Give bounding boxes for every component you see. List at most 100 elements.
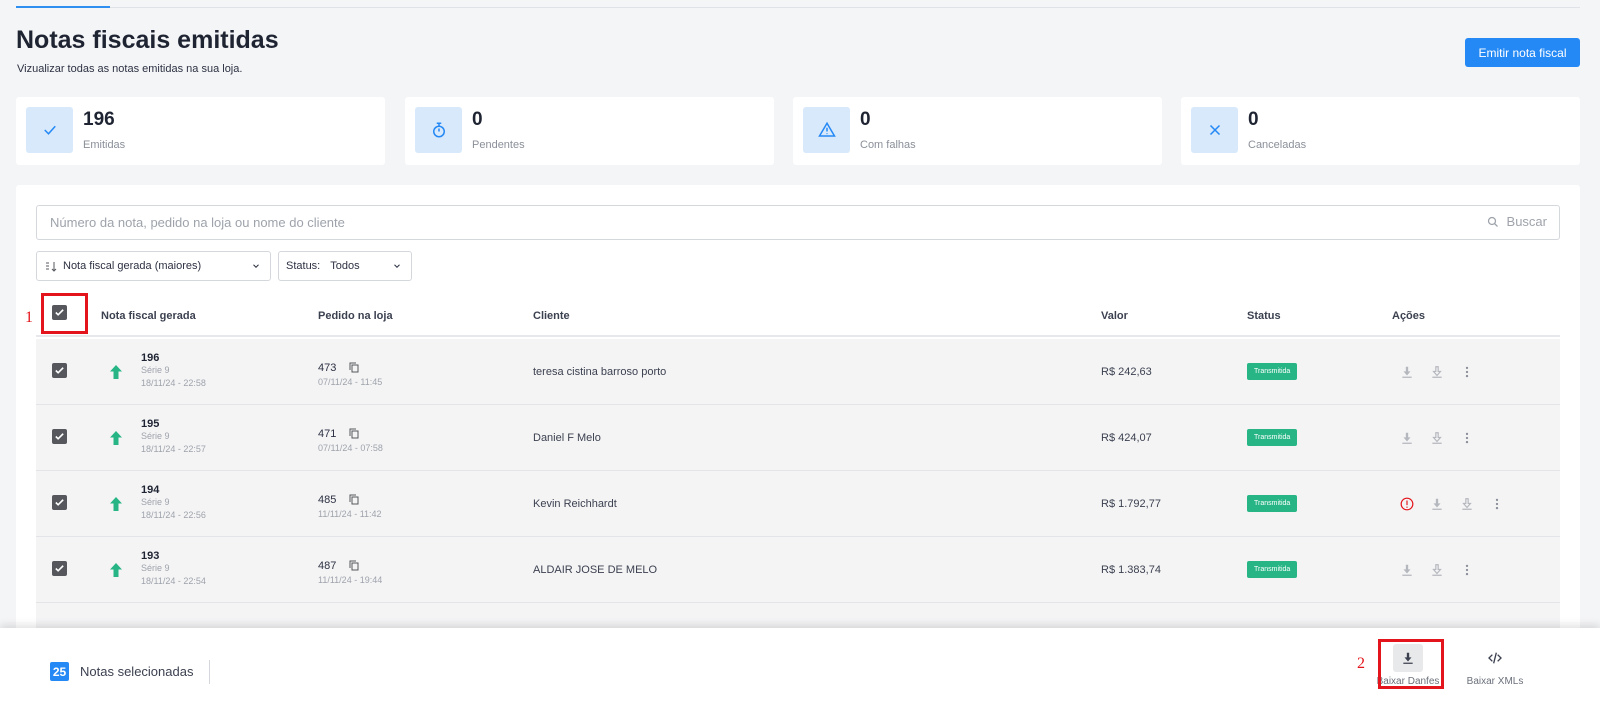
invoices-panel: Buscar Nota fiscal gerada (maiores) Stat… (16, 185, 1580, 645)
download-xmls-label: Baixar XMLs (1466, 676, 1524, 687)
checkmark-icon (55, 565, 64, 572)
download-outline-icon[interactable] (1430, 430, 1444, 446)
download-outline-icon[interactable] (1430, 562, 1444, 578)
order-date: 07/11/24 - 07:58 (318, 443, 383, 453)
code-icon (1480, 644, 1510, 672)
column-header-note[interactable]: Nota fiscal gerada (101, 310, 196, 322)
stat-card-emitted[interactable]: 196 Emitidas (16, 97, 385, 165)
table-row[interactable]: 196 Série 9 18/11/24 - 22:58 473 07/11/2… (36, 339, 1560, 405)
checkmark-icon (55, 367, 64, 374)
table-row[interactable]: 193 Série 9 18/11/24 - 22:54 487 11/11/2… (36, 537, 1560, 603)
note-series: Série 9 (141, 365, 170, 375)
sort-dropdown[interactable]: Nota fiscal gerada (maiores) (36, 251, 271, 281)
order-number: 473 (318, 362, 337, 374)
invoice-value: R$ 1.792,77 (1101, 498, 1161, 510)
note-series: Série 9 (141, 431, 170, 441)
row-checkbox[interactable] (52, 561, 67, 576)
download-xmls-button[interactable]: Baixar XMLs (1460, 638, 1530, 692)
error-icon[interactable] (1400, 496, 1414, 512)
status-badge: Transmitida (1247, 429, 1298, 446)
stat-card-canceled[interactable]: 0 Canceladas (1181, 97, 1580, 165)
x-icon (1191, 107, 1238, 153)
note-number: 193 (141, 550, 160, 562)
status-badge: Transmitida (1247, 495, 1298, 512)
order-number: 487 (318, 560, 337, 572)
download-icon[interactable] (1400, 430, 1414, 446)
page-subtitle: Vizualizar todas as notas emitidas na su… (17, 63, 243, 75)
chevron-down-icon (394, 264, 400, 268)
table-row[interactable]: 194 Série 9 18/11/24 - 22:56 485 11/11/2… (36, 471, 1560, 537)
download-outline-icon[interactable] (1460, 496, 1474, 512)
chevron-down-icon (253, 264, 259, 268)
column-header-actions: Ações (1392, 310, 1426, 322)
status-badge: Transmitida (1247, 363, 1298, 380)
table-row[interactable]: 195 Série 9 18/11/24 - 22:57 471 07/11/2… (36, 405, 1560, 471)
checkmark-icon (55, 499, 64, 506)
search-button[interactable]: Buscar (1487, 214, 1547, 229)
download-outline-icon[interactable] (1430, 364, 1444, 380)
order-number: 471 (318, 428, 337, 440)
stopwatch-icon (415, 107, 462, 153)
row-checkbox[interactable] (52, 363, 67, 378)
stat-value: 0 (860, 109, 871, 130)
status-badge: Transmitida (1247, 561, 1298, 578)
note-number: 196 (141, 352, 160, 364)
client-name: Kevin Reichhardt (533, 498, 617, 510)
order-date: 11/11/24 - 19:44 (318, 575, 383, 585)
search-icon (1487, 216, 1498, 227)
status-filter-value: Todos (330, 260, 360, 272)
selected-label: Notas selecionadas (80, 664, 194, 679)
search-input[interactable] (37, 206, 1417, 239)
stat-card-pending[interactable]: 0 Pendentes (405, 97, 774, 165)
divider (209, 660, 210, 684)
order-date: 07/11/24 - 11:45 (318, 377, 383, 387)
download-icon[interactable] (1400, 562, 1414, 578)
copy-icon[interactable] (349, 494, 359, 505)
arrow-up-icon (110, 431, 122, 445)
more-vertical-icon[interactable] (1460, 430, 1474, 446)
stat-card-failed[interactable]: 0 Com falhas (793, 97, 1162, 165)
arrow-up-icon (110, 497, 122, 511)
sort-label: Nota fiscal gerada (maiores) (63, 260, 202, 272)
download-icon[interactable] (1400, 364, 1414, 380)
stat-label: Com falhas (860, 139, 916, 151)
more-vertical-icon[interactable] (1460, 562, 1474, 578)
client-name: Daniel F Melo (533, 432, 601, 444)
download-icon[interactable] (1430, 496, 1444, 512)
note-number: 195 (141, 418, 160, 430)
row-checkbox[interactable] (52, 429, 67, 444)
warning-icon (803, 107, 850, 153)
emit-invoice-button[interactable]: Emitir nota fiscal (1465, 38, 1580, 67)
column-header-order: Pedido na loja (318, 310, 393, 322)
stat-label: Canceladas (1248, 139, 1307, 151)
checkmark-icon (55, 433, 64, 440)
arrow-up-icon (110, 365, 122, 379)
note-date: 18/11/24 - 22:54 (141, 576, 206, 586)
row-checkbox[interactable] (52, 495, 67, 510)
page-title: Notas fiscais emitidas (16, 26, 279, 54)
status-filter-dropdown[interactable]: Status: Todos (278, 251, 412, 281)
search-bar: Buscar (36, 205, 1560, 240)
note-date: 18/11/24 - 22:56 (141, 510, 206, 520)
annotation-box-1 (41, 293, 88, 334)
annotation-number-2: 2 (1357, 655, 1365, 672)
stat-label: Emitidas (83, 139, 126, 151)
invoice-value: R$ 424,07 (1101, 432, 1152, 444)
invoice-value: R$ 242,63 (1101, 366, 1152, 378)
copy-icon[interactable] (349, 428, 359, 439)
selected-count-badge: 25 (50, 662, 69, 681)
sort-icon (46, 261, 57, 272)
stat-value: 0 (1248, 109, 1259, 130)
table-header: Nota fiscal gerada Pedido na loja Client… (36, 291, 1560, 337)
note-date: 18/11/24 - 22:58 (141, 378, 206, 388)
search-button-label: Buscar (1506, 214, 1547, 229)
status-filter-prefix: Status: (286, 260, 321, 272)
column-header-value: Valor (1101, 310, 1128, 322)
stat-label: Pendentes (472, 139, 525, 151)
note-series: Série 9 (141, 497, 170, 507)
copy-icon[interactable] (349, 362, 359, 373)
client-name: teresa cistina barroso porto (533, 366, 667, 378)
more-vertical-icon[interactable] (1460, 364, 1474, 380)
copy-icon[interactable] (349, 560, 359, 571)
more-vertical-icon[interactable] (1490, 496, 1504, 512)
